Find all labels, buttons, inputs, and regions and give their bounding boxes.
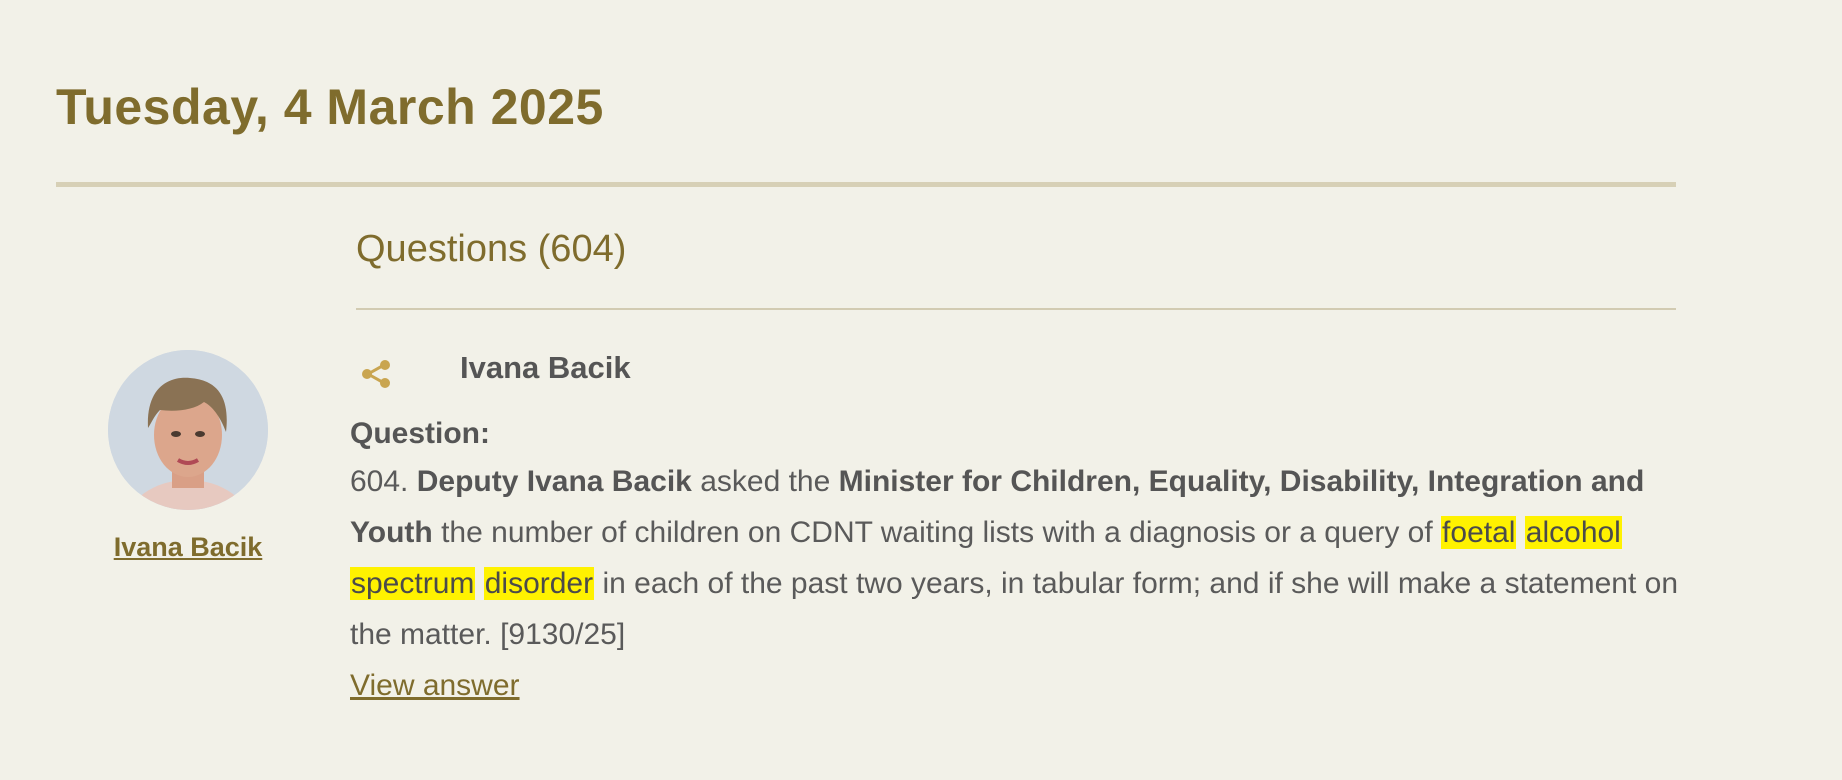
deputy-name: Deputy Ivana Bacik: [416, 465, 692, 498]
question-label: Question:: [350, 417, 490, 450]
member-card: Ivana Bacik: [108, 350, 268, 563]
question-number: 604.: [350, 465, 409, 498]
view-answer-link[interactable]: View answer: [350, 664, 520, 708]
member-name-link[interactable]: Ivana Bacik: [108, 532, 268, 563]
highlight-term: alcohol: [1524, 516, 1622, 549]
question-text-part1: the number of children on CDNT waiting l…: [441, 516, 1433, 549]
highlight-term: disorder: [483, 567, 595, 600]
asked-the-text: asked the: [700, 465, 831, 498]
question-block: Question: 604. Deputy Ivana Bacik asked …: [350, 412, 1680, 711]
highlight-term: foetal: [1441, 516, 1517, 549]
date-divider: [56, 182, 1676, 187]
section-divider: [356, 308, 1676, 310]
highlight-term: spectrum: [350, 567, 476, 600]
date-heading: Tuesday, 4 March 2025: [56, 79, 604, 135]
asker-name: Ivana Bacik: [460, 350, 631, 385]
page: Tuesday, 4 March 2025 Questions (604) Iv…: [0, 0, 1842, 780]
avatar[interactable]: [108, 350, 268, 510]
section-title: Questions (604): [356, 228, 627, 270]
avatar-photo: [108, 350, 268, 510]
share-icon[interactable]: [360, 358, 392, 390]
question-text: 604. Deputy Ivana Bacik asked the Minist…: [350, 456, 1680, 660]
